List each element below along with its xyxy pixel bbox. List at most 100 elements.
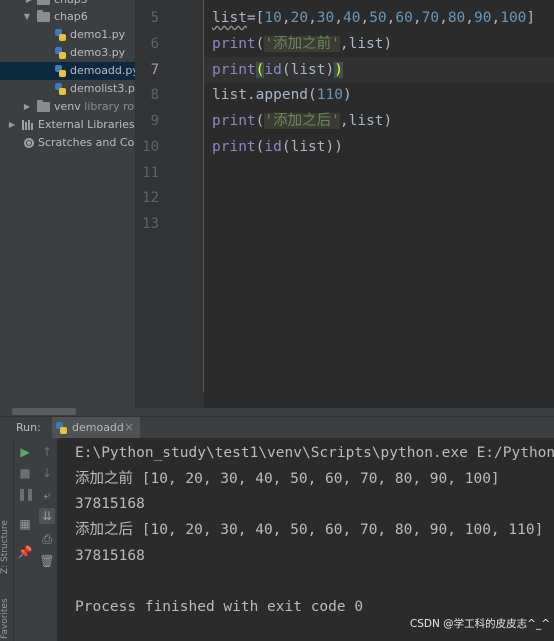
panel-splitter[interactable] [0,408,554,416]
run-tab-label[interactable]: demoadd [72,421,124,434]
code-token: print [212,61,256,78]
line-number: 8 [150,87,159,104]
pin-icon[interactable]: 📌 [17,544,33,560]
soft-wrap-icon[interactable]: ⤶ [39,487,55,503]
code-token: , [491,10,501,26]
run-toolbar-left: ▶ ■ ❚❚ ▦ 📌 [14,438,36,641]
python-file-icon [55,83,66,95]
tree-item-demolist3[interactable]: demolist3.py [0,80,135,98]
scroll-to-end-icon[interactable]: ⇊ [39,508,55,524]
code-token: 50 [369,10,387,26]
code-token: , [334,10,343,26]
venv-label: venv library root [54,98,135,116]
library-root-tag: library root [84,100,135,113]
python-icon [56,422,67,434]
code-token: =[ [246,10,265,26]
code-token: 70 [421,10,440,26]
tree-item-demo1[interactable]: demo1.py [0,26,135,44]
code-token: 40 [343,10,361,26]
output-line: 37815168 [75,496,145,513]
code-token: ) [383,35,393,52]
code-token: 60 [395,10,413,26]
run-label: Run: [16,421,41,434]
code-token: 80 [447,10,466,26]
code-token: (list)) [281,138,343,155]
horizontal-scrollbar-thumb[interactable] [12,408,76,415]
python-file-icon [55,65,66,77]
down-arrow-icon[interactable]: ↓ [39,465,55,481]
code-token: , [339,35,349,52]
chevron-right-icon[interactable]: ▶ [22,98,32,116]
code-token: list [212,10,247,26]
output-line: 添加之前 [10, 20, 30, 40, 50, 60, 70, 80, 90… [75,470,500,487]
layout-icon[interactable]: ▦ [17,516,33,532]
code-line[interactable]: print('添加之前',list) [212,31,392,57]
code-token: (list) [281,61,335,78]
code-token: , [465,10,475,26]
code-token: 110 [316,87,343,104]
structure-tool-tab[interactable]: Z: Structure [0,508,14,586]
code-token: list [348,35,384,52]
code-token: list [348,113,384,129]
code-token: list.append( [212,87,317,104]
code-token: print [212,138,256,155]
project-tree: ▶ chap5 ▼ chap6 demo1.py demo3.py demoad… [0,0,135,408]
chevron-down-icon[interactable]: ▼ [22,8,32,26]
tree-item-venv[interactable]: ▶ venv library root [0,98,135,116]
code-token: , [308,10,317,26]
code-token: 30 [316,10,335,26]
library-icon [22,120,34,130]
pause-icon[interactable]: ❚❚ [17,486,35,502]
code-line[interactable]: print('添加之后',list) [212,108,392,134]
output-line: 添加之后 [10, 20, 30, 40, 50, 60, 70, 80, 90… [75,522,544,539]
code-token: 90 [474,10,492,26]
folder-icon [37,100,50,112]
tree-item-scratches[interactable]: Scratches and Consoles [0,134,135,152]
python-file-icon [55,29,66,41]
code-token: , [281,10,291,26]
line-number: 7 [150,61,159,78]
line-number: 10 [142,138,159,155]
run-icon[interactable]: ▶ [17,444,33,460]
code-line[interactable]: print(id(list)) [212,134,343,160]
code-line[interactable]: list=[10,20,30,40,50,60,70,80,90,100] [212,5,535,31]
tree-item-chap6[interactable]: ▼ chap6 [0,8,135,26]
code-token: print [212,113,256,129]
code-token: 20 [290,10,309,26]
chevron-right-icon[interactable]: ▶ [7,116,17,134]
tree-item-demoadd[interactable]: demoadd.py [0,62,135,80]
code-token: , [439,10,448,26]
scratches-icon [23,137,34,149]
code-token: ) [342,87,352,104]
print-icon[interactable]: ⎙ [39,531,55,547]
line-number: 9 [150,113,159,129]
folder-icon [37,0,50,5]
code-token: '添加之前' [264,35,340,52]
code-token: 100 [500,10,527,26]
line-number: 12 [142,190,159,207]
code-token: 10 [264,10,282,26]
code-token: ) [383,113,393,129]
stop-icon[interactable]: ■ [17,465,33,481]
tree-item-external-libraries[interactable]: ▶ External Libraries [0,116,135,134]
favorites-tool-tab[interactable]: Favorites [0,596,14,641]
venv-name: venv [54,100,81,113]
code-token: , [360,10,370,26]
tree-item-demo3[interactable]: demo3.py [0,44,135,62]
line-number: 5 [150,10,159,26]
output-line: E:\Python_study\test1\venv\Scripts\pytho… [75,445,554,461]
left-tool-strip: Z: Structure Favorites [0,438,14,641]
code-line[interactable]: list.append(110) [212,82,352,108]
code-token: , [339,113,349,129]
code-token: ) [334,61,343,78]
code-line[interactable]: print(id(list)) [212,57,343,83]
close-icon[interactable]: × [124,420,134,434]
trash-icon[interactable]: 🗑 [39,553,55,569]
up-arrow-icon[interactable]: ↑ [39,444,55,460]
line-number: 13 [142,216,159,232]
code-token: , [412,10,422,26]
line-number: 11 [142,164,159,181]
code-token: print [212,35,256,52]
code-token: id [264,138,282,155]
